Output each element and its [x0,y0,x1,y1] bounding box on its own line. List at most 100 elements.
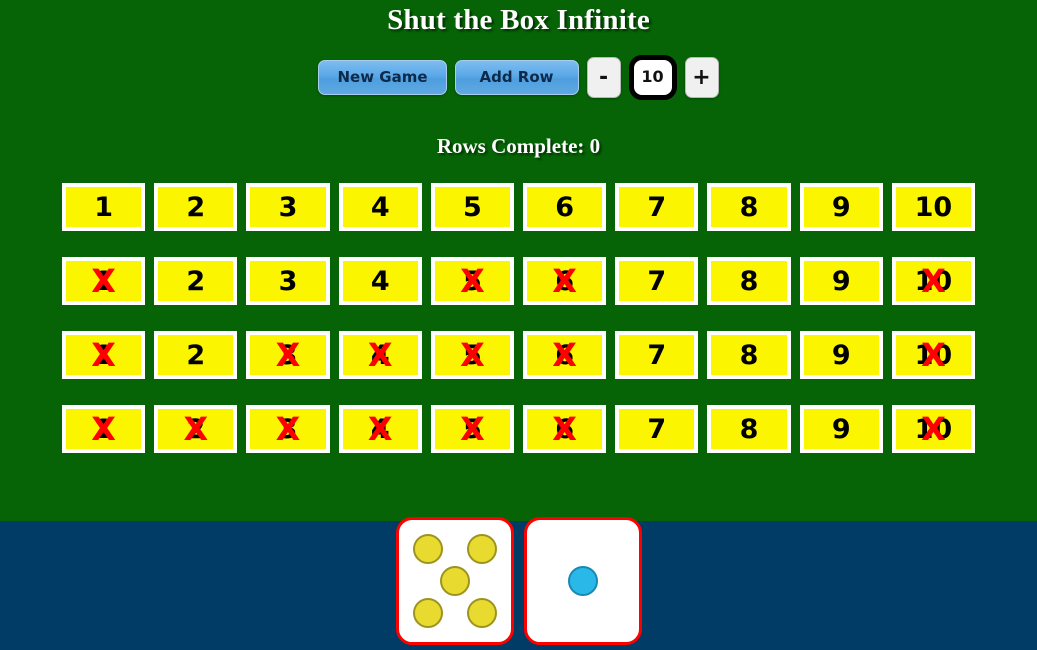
tile-7[interactable]: 7X [615,405,699,453]
tile-number-label: 4 [370,265,390,297]
tile-8[interactable]: 8X [707,183,791,231]
tile-number-label: 10 [914,339,953,371]
tile-number-label: 10 [914,265,953,297]
tile-number-label: 1 [94,191,113,223]
tile-row: 1X2X3X4X5X6X7X8X9X10X [62,405,976,453]
tile-5[interactable]: 5X [430,183,515,231]
tile-9[interactable]: 9X [799,405,883,453]
tile-number-label: 9 [831,191,851,223]
tile-number-label: 8 [739,413,759,445]
tile-number-label: 1 [94,413,113,445]
tile-1[interactable]: 1X [62,331,146,379]
tile-number-label: 5 [463,191,482,223]
tile-8[interactable]: 8X [707,331,791,379]
tile-4[interactable]: 4X [338,331,422,379]
add-row-button[interactable]: Add Row [454,60,579,95]
tile-number-label: 5 [463,413,482,445]
tile-number-label: 6 [555,413,575,445]
tile-9[interactable]: 9X [799,257,883,305]
die-pip-icon [466,598,497,628]
tile-number-label: 1 [94,339,113,371]
tile-number-label: 5 [463,339,482,371]
page-title: Shut the Box Infinite [387,4,650,36]
controls-toolbar: New Game Add Row - 10 + [0,55,1037,100]
tile-number-label: 2 [186,191,206,223]
tile-number-label: 2 [186,265,206,297]
tile-3[interactable]: 3X [246,331,330,379]
tile-6[interactable]: 6X [523,405,607,453]
tile-1[interactable]: 1X [62,405,146,453]
tile-row: 1X2X3X4X5X6X7X8X9X10X [62,183,976,231]
die-pip-icon [567,566,598,596]
tile-grid: 1X2X3X4X5X6X7X8X9X10X1X2X3X4X5X6X7X8X9X1… [0,183,1037,453]
die-pip-icon [412,534,443,564]
tile-number-label: 4 [370,413,390,445]
tile-number-label: 5 [463,265,482,297]
die-pip-icon [466,534,497,564]
tile-2[interactable]: 2X [154,183,238,231]
tile-number-label: 7 [647,413,667,445]
tile-number-label: 4 [370,191,390,223]
die-two[interactable] [523,517,642,645]
game-board-area: Shut the Box Infinite New Game Add Row -… [0,0,1037,521]
tile-10[interactable]: 10X [891,257,976,305]
tile-7[interactable]: 7X [615,331,699,379]
increment-rows-button[interactable]: + [684,57,719,98]
tile-8[interactable]: 8X [707,257,791,305]
tile-number-label: 9 [831,265,851,297]
tile-number-label: 8 [739,191,759,223]
tile-6[interactable]: 6X [523,331,607,379]
tile-number-label: 6 [555,191,575,223]
tile-9[interactable]: 9X [799,183,883,231]
tile-4[interactable]: 4X [338,183,422,231]
tile-10[interactable]: 10X [891,183,976,231]
tile-6[interactable]: 6X [523,257,607,305]
tile-1[interactable]: 1X [62,183,146,231]
tile-3[interactable]: 3X [246,183,330,231]
tile-2[interactable]: 2X [154,257,238,305]
die-pip-icon [412,598,443,628]
tile-number-label: 3 [278,191,298,223]
tile-number-label: 3 [278,413,298,445]
tile-number-label: 7 [647,191,667,223]
row-count-display[interactable]: 10 [628,55,677,100]
tile-row: 1X2X3X4X5X6X7X8X9X10X [62,257,976,305]
tile-2[interactable]: 2X [154,405,238,453]
tile-number-label: 3 [278,265,298,297]
tile-number-label: 9 [831,413,851,445]
tile-6[interactable]: 6X [523,183,607,231]
tile-number-label: 7 [647,339,667,371]
tile-number-label: 10 [914,413,953,445]
tile-10[interactable]: 10X [891,405,976,453]
dice-tray [0,517,1037,650]
tile-number-label: 4 [370,339,390,371]
tile-2[interactable]: 2X [154,331,238,379]
tile-4[interactable]: 4X [338,257,422,305]
tile-number-label: 8 [739,339,759,371]
tile-5[interactable]: 5X [430,405,515,453]
tile-10[interactable]: 10X [891,331,976,379]
tile-row: 1X2X3X4X5X6X7X8X9X10X [62,331,976,379]
tile-number-label: 6 [555,265,575,297]
tile-4[interactable]: 4X [338,405,422,453]
tile-3[interactable]: 3X [246,257,330,305]
tile-number-label: 3 [278,339,298,371]
tile-number-label: 6 [555,339,575,371]
tile-number-label: 1 [94,265,113,297]
tile-1[interactable]: 1X [62,257,146,305]
decrement-rows-button[interactable]: - [586,57,621,98]
tile-number-label: 2 [186,413,206,445]
tile-3[interactable]: 3X [246,405,330,453]
rows-complete-status: Rows Complete: 0 [436,134,601,158]
tile-number-label: 10 [914,191,953,223]
tile-5[interactable]: 5X [430,257,515,305]
die-one[interactable] [395,517,514,645]
tile-5[interactable]: 5X [430,331,515,379]
tile-8[interactable]: 8X [707,405,791,453]
tile-9[interactable]: 9X [799,331,883,379]
new-game-button[interactable]: New Game [318,60,447,95]
tile-number-label: 8 [739,265,759,297]
die-pip-icon [439,566,470,596]
tile-7[interactable]: 7X [615,183,699,231]
tile-7[interactable]: 7X [615,257,699,305]
